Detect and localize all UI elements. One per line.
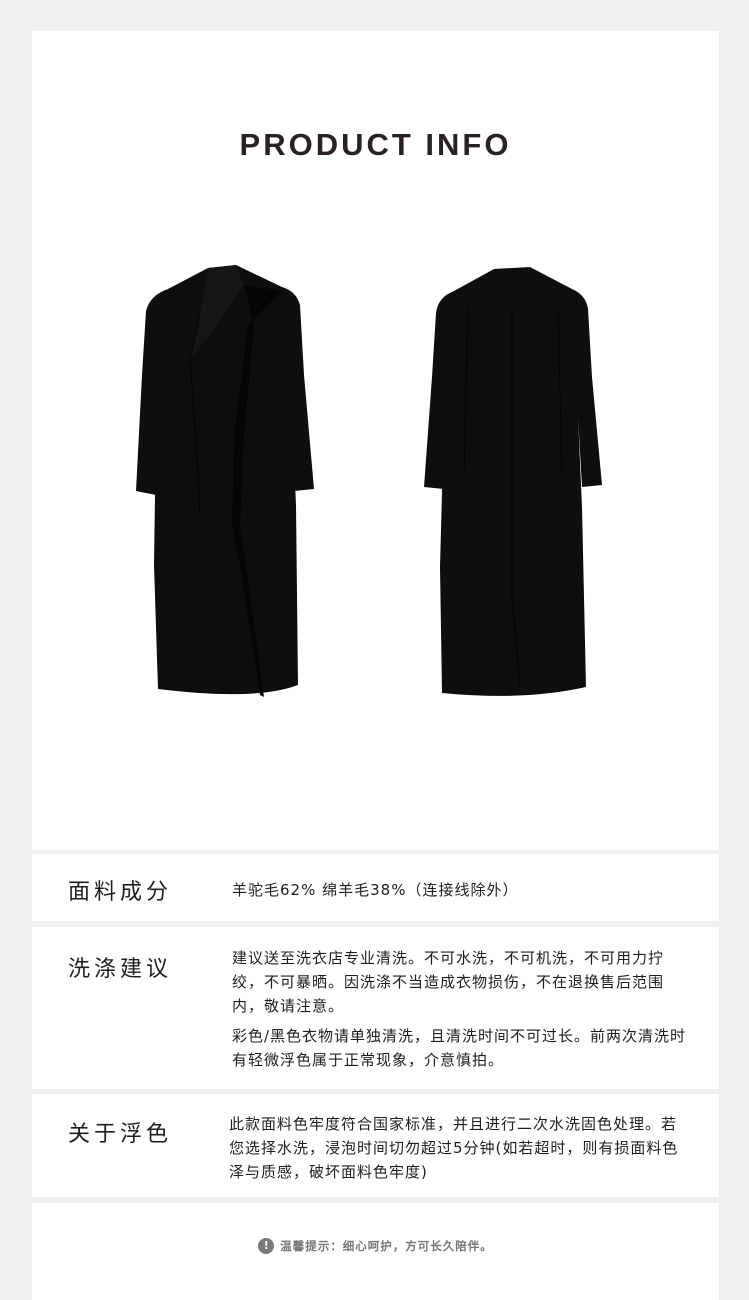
washing-label: 洗涤建议: [68, 957, 173, 982]
coat-front-icon: [136, 265, 314, 697]
color-fading-label: 关于浮色: [68, 1122, 173, 1147]
color-fading-section: 关于浮色 此款面料色牢度符合国家标准，并且进行二次水洗固色处理。若您选择水洗，浸…: [32, 1094, 719, 1197]
washing-section: 洗涤建议 建议送至洗衣店专业清洗。不可水洗，不可机洗，不可用力拧绞，不可暴晒。因…: [32, 927, 719, 1089]
notice-text: 温馨提示：细心呵护，方可长久陪伴。: [280, 1239, 493, 1253]
washing-paragraph-1: 建议送至洗衣店专业清洗。不可水洗，不可机洗，不可用力拧绞，不可暴晒。因洗涤不当造…: [232, 949, 665, 1015]
page-title: PRODUCT INFO: [239, 127, 512, 162]
fabric-section: 面料成分 羊驼毛62% 绵羊毛38%（连接线除外）: [32, 854, 719, 921]
color-fading-text: 此款面料色牢度符合国家标准，并且进行二次水洗固色处理。若您选择水洗，浸泡时间切勿…: [229, 1115, 679, 1181]
notice: ! 温馨提示：细心呵护，方可长久陪伴。: [32, 1238, 719, 1254]
washing-text: 建议送至洗衣店专业清洗。不可水洗，不可机洗，不可用力拧绞，不可暴晒。因洗涤不当造…: [232, 946, 692, 1072]
warning-icon: !: [258, 1238, 275, 1254]
fabric-label: 面料成分: [68, 880, 173, 905]
fabric-composition: 羊驼毛62% 绵羊毛38%（连接线除外）: [232, 881, 519, 899]
footer: ! 温馨提示：细心呵护，方可长久陪伴。: [32, 1203, 719, 1300]
coat-back-icon: [424, 267, 602, 696]
washing-paragraph-2: 彩色/黑色衣物请单独清洗，且清洗时间不可过长。前两次清洗时有轻微浮色属于正常现象…: [232, 1027, 687, 1069]
product-hero: PRODUCT INFO: [32, 31, 719, 850]
